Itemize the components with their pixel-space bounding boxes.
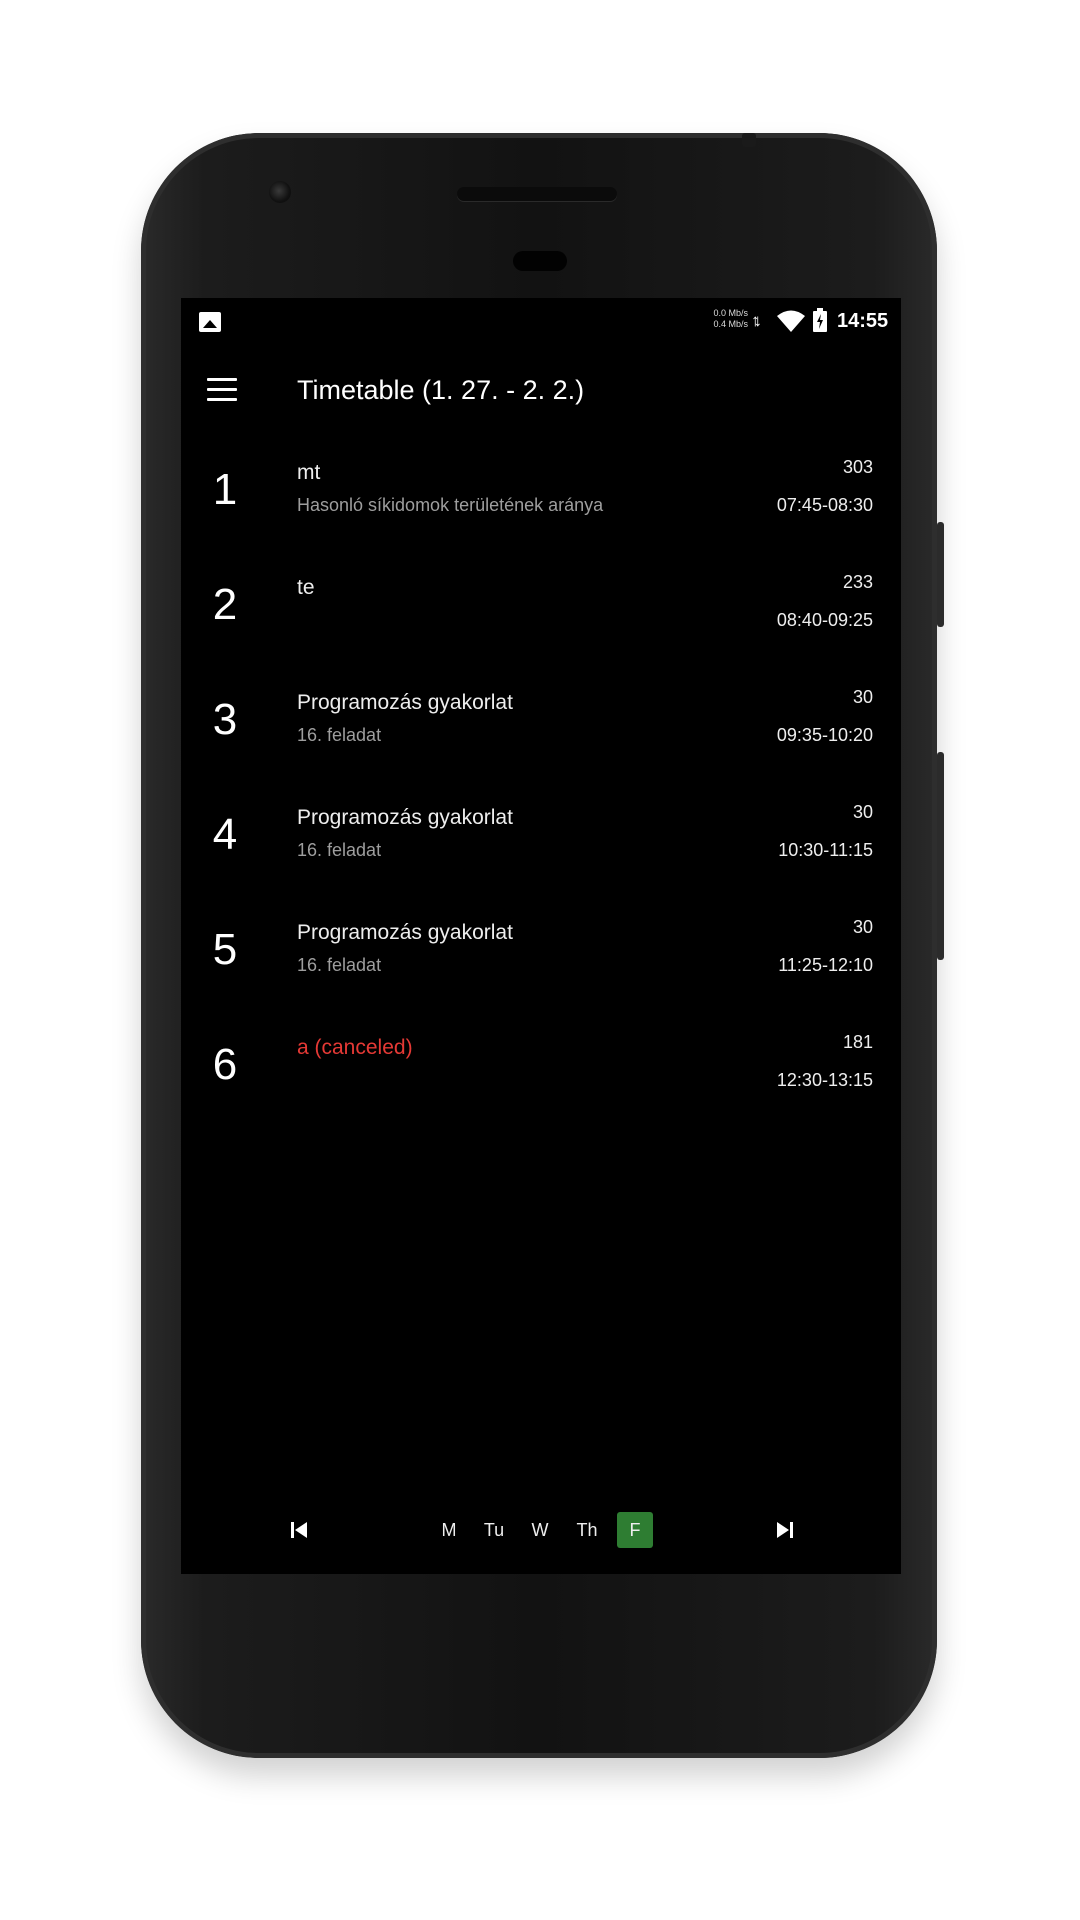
app-bar: Timetable (1. 27. - 2. 2.) bbox=[181, 346, 901, 438]
lesson-row[interactable]: 1 mt Hasonló síkidomok területének arány… bbox=[181, 454, 901, 569]
lesson-subject: Programozás gyakorlat bbox=[297, 921, 513, 944]
lesson-time: 11:25-12:10 bbox=[778, 955, 873, 975]
lesson-room: 30 bbox=[852, 687, 873, 707]
volume-button bbox=[937, 752, 944, 960]
lesson-time: 12:30-13:15 bbox=[776, 1070, 873, 1090]
day-tab-wednesday[interactable]: W bbox=[522, 1512, 558, 1548]
image-icon bbox=[199, 312, 221, 332]
lesson-subject-canceled: a (canceled) bbox=[297, 1036, 413, 1059]
lesson-row[interactable]: 3 Programozás gyakorlat 16. feladat 30 0… bbox=[181, 684, 901, 799]
wifi-icon bbox=[777, 310, 805, 332]
net-speed-down: 0.4 Mb/s bbox=[713, 319, 748, 329]
lesson-time: 08:40-09:25 bbox=[776, 610, 873, 630]
lesson-room: 303 bbox=[842, 457, 873, 477]
proximity-sensor bbox=[513, 251, 567, 271]
lesson-topic: 16. feladat bbox=[297, 955, 382, 975]
lesson-row[interactable]: 5 Programozás gyakorlat 16. feladat 30 1… bbox=[181, 914, 901, 1029]
earpiece-speaker bbox=[457, 187, 617, 201]
page-title: Timetable (1. 27. - 2. 2.) bbox=[297, 375, 585, 405]
network-speed: 0.0 Mb/s 0.4 Mb/s bbox=[702, 308, 748, 330]
lesson-topic: Hasonló síkidomok területének aránya bbox=[297, 495, 604, 515]
data-arrows-icon: ↑↓ bbox=[751, 311, 762, 330]
lesson-time: 09:35-10:20 bbox=[776, 725, 873, 745]
lesson-number: 2 bbox=[212, 580, 238, 629]
lesson-room: 30 bbox=[852, 917, 873, 937]
skip-next-icon[interactable] bbox=[771, 1516, 799, 1544]
status-clock: 14:55 bbox=[837, 310, 889, 332]
power-button bbox=[937, 522, 944, 627]
front-camera bbox=[269, 181, 291, 203]
lesson-time: 10:30-11:15 bbox=[778, 840, 873, 860]
lesson-number: 5 bbox=[212, 925, 238, 974]
lesson-subject: Programozás gyakorlat bbox=[297, 691, 513, 714]
week-navigation: M Tu W Th F bbox=[181, 1508, 901, 1552]
lesson-subject: te bbox=[297, 576, 315, 599]
lesson-number: 6 bbox=[212, 1040, 238, 1089]
lesson-number: 1 bbox=[212, 465, 238, 514]
lesson-number: 3 bbox=[212, 695, 238, 744]
top-edge-detail bbox=[742, 133, 756, 147]
day-tab-monday[interactable]: M bbox=[431, 1512, 467, 1548]
status-bar: 0.0 Mb/s 0.4 Mb/s ↑↓ 14:55 bbox=[181, 298, 901, 346]
lesson-row[interactable]: 4 Programozás gyakorlat 16. feladat 30 1… bbox=[181, 799, 901, 914]
hamburger-menu-icon[interactable] bbox=[207, 378, 237, 402]
skip-previous-icon[interactable] bbox=[285, 1516, 313, 1544]
net-speed-up: 0.0 Mb/s bbox=[713, 308, 748, 318]
day-tab-friday[interactable]: F bbox=[617, 1512, 653, 1548]
lesson-topic: 16. feladat bbox=[297, 725, 382, 745]
lesson-room: 181 bbox=[842, 1032, 873, 1052]
day-tab-thursday[interactable]: Th bbox=[567, 1512, 607, 1548]
lesson-subject: mt bbox=[297, 461, 321, 484]
screen: 0.0 Mb/s 0.4 Mb/s ↑↓ 14:55 Timetable (1.… bbox=[181, 298, 901, 1574]
lesson-row[interactable]: 6 a (canceled) 181 12:30-13:15 bbox=[181, 1029, 901, 1144]
lesson-room: 233 bbox=[842, 572, 873, 592]
lesson-row[interactable]: 2 te 233 08:40-09:25 bbox=[181, 569, 901, 684]
lesson-time: 07:45-08:30 bbox=[776, 495, 873, 515]
battery-charging-icon bbox=[813, 308, 827, 332]
lesson-topic: 16. feladat bbox=[297, 840, 382, 860]
lesson-subject: Programozás gyakorlat bbox=[297, 806, 513, 829]
day-tab-tuesday[interactable]: Tu bbox=[476, 1512, 512, 1548]
lesson-room: 30 bbox=[852, 802, 873, 822]
lesson-number: 4 bbox=[212, 810, 238, 859]
